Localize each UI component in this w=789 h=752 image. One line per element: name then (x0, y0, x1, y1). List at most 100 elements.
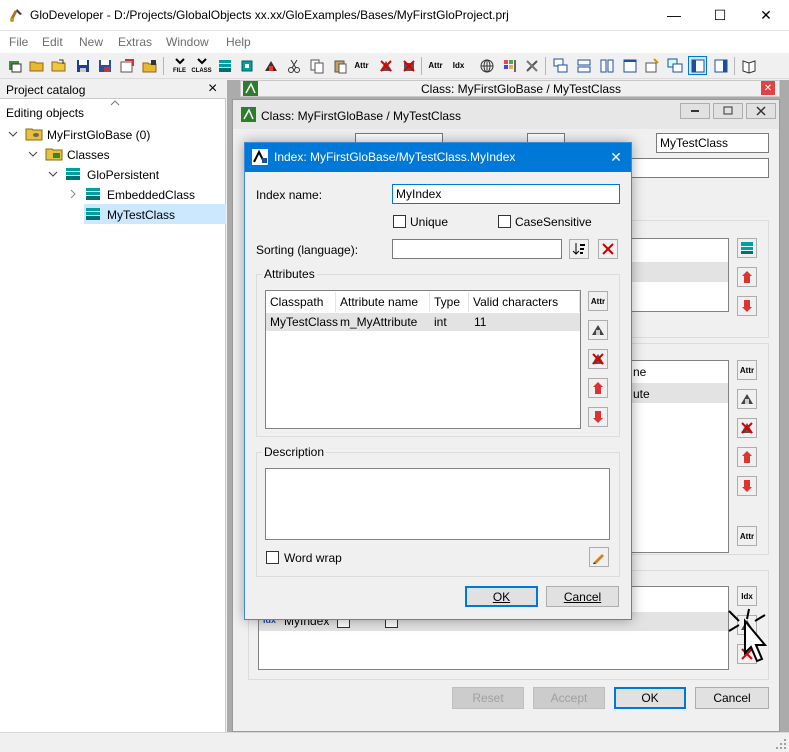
mdi-close-button[interactable]: ✕ (761, 81, 775, 95)
menu-window[interactable]: Window (166, 35, 209, 49)
class-ok-button[interactable]: OK (614, 687, 686, 709)
column-header-type[interactable]: Type (430, 292, 469, 312)
class-cancel-button[interactable]: Cancel (695, 687, 769, 709)
open-recent-icon[interactable] (49, 56, 68, 75)
layout-right-icon[interactable] (711, 56, 730, 75)
index-dialog-icon (252, 149, 268, 165)
move-attribute-up-icon[interactable] (737, 447, 757, 467)
class-window-restore-button[interactable] (713, 103, 743, 119)
attr-toolbar-icon[interactable]: Attr (426, 56, 445, 75)
new-file-icon[interactable]: FILE (170, 56, 189, 75)
new-embedded-class-icon[interactable] (237, 56, 256, 75)
help-book-icon[interactable] (739, 56, 758, 75)
new-persistent-class-icon[interactable] (215, 56, 234, 75)
globe-icon[interactable] (477, 56, 496, 75)
move-up-icon[interactable] (737, 267, 757, 287)
cascade-windows-icon[interactable] (551, 56, 570, 75)
dialog-cancel-button[interactable]: Cancel (546, 586, 619, 607)
cut-icon[interactable] (284, 56, 303, 75)
resize-grip-icon[interactable] (775, 738, 787, 750)
collapse-chevron-icon[interactable] (68, 189, 78, 199)
menu-file[interactable]: File (9, 35, 28, 49)
class-window-icon (243, 81, 258, 96)
expand-chevron-icon[interactable] (8, 129, 18, 139)
table-name-field[interactable]: MyTestClass (656, 133, 769, 153)
paste-icon[interactable] (330, 56, 349, 75)
add-index-attribute-icon[interactable]: Attr (588, 291, 608, 311)
arrange-icon[interactable] (665, 56, 684, 75)
tree-item-base[interactable]: MyFirstGloBase (0) (47, 128, 150, 142)
expand-chevron-icon[interactable] (48, 169, 58, 179)
description-textarea[interactable] (265, 468, 610, 540)
menu-help[interactable]: Help (226, 35, 251, 49)
index-toolbar-icon[interactable]: Idx (449, 56, 468, 75)
word-wrap-label: Word wrap (284, 551, 342, 565)
unique-checkbox[interactable] (393, 215, 406, 228)
color-grid-icon[interactable] (500, 56, 519, 75)
delete-class-attribute-icon[interactable] (737, 418, 757, 438)
tree-item-classes[interactable]: Classes (67, 148, 110, 162)
class-window-minimize-button[interactable] (680, 103, 710, 119)
edit-class-attribute-icon[interactable] (737, 389, 757, 409)
tree-item-embeddedclass[interactable]: EmbeddedClass (107, 188, 195, 202)
class-icon (86, 188, 100, 200)
copy-icon[interactable] (307, 56, 326, 75)
save-icon[interactable] (73, 56, 92, 75)
delete-attribute-icon[interactable] (376, 56, 395, 75)
accept-button[interactable]: Accept (533, 687, 605, 709)
dialog-ok-button[interactable]: OK (465, 586, 538, 607)
menu-edit[interactable]: Edit (42, 35, 63, 49)
edit-object-icon[interactable] (261, 56, 280, 75)
tree-item-mytestclass[interactable]: MyTestClass (107, 208, 175, 222)
sort-order-icon[interactable] (569, 239, 589, 259)
maximize-button[interactable]: ☐ (697, 0, 743, 30)
catalog-close-button[interactable]: × (208, 80, 217, 98)
index-name-label: Index name: (256, 188, 323, 202)
open-folder-icon[interactable] (27, 56, 46, 75)
delete-object-icon[interactable] (399, 56, 418, 75)
new-class-icon[interactable]: CLASS (191, 56, 212, 75)
close-window-button[interactable]: ✕ (743, 0, 789, 30)
new-window-icon[interactable] (642, 56, 661, 75)
class-comment-field[interactable] (630, 158, 769, 178)
move-down-icon[interactable] (737, 296, 757, 316)
layout-left-icon[interactable] (688, 56, 707, 75)
class-window-close-button[interactable] (746, 103, 776, 119)
save-all-icon[interactable] (95, 56, 114, 75)
attribute-properties-icon[interactable]: Attr (737, 526, 757, 546)
tile-windows-icon[interactable] (574, 56, 593, 75)
window-icon[interactable] (620, 56, 639, 75)
menu-new[interactable]: New (79, 35, 103, 49)
cell-attribute-name: m_MyAttribute (340, 315, 418, 329)
move-attribute-down-icon[interactable] (737, 476, 757, 496)
tile-vertical-icon[interactable] (597, 56, 616, 75)
clear-sorting-icon[interactable] (598, 239, 618, 259)
word-wrap-checkbox[interactable] (266, 551, 279, 564)
reset-button[interactable]: Reset (452, 687, 524, 709)
export-icon[interactable] (117, 56, 136, 75)
cell-type: int (434, 315, 447, 329)
column-header-attribute-name[interactable]: Attribute name (336, 292, 430, 312)
edit-index-attribute-icon[interactable] (588, 320, 608, 340)
index-name-input[interactable]: MyIndex (392, 184, 620, 204)
expand-chevron-icon[interactable] (28, 149, 38, 159)
move-index-attribute-down-icon[interactable] (588, 407, 608, 427)
edit-description-icon[interactable] (589, 547, 609, 567)
case-sensitive-checkbox[interactable] (498, 215, 511, 228)
add-index-icon[interactable]: Idx (737, 586, 757, 606)
tools-icon[interactable] (522, 56, 541, 75)
menu-extras[interactable]: Extras (118, 35, 152, 49)
delete-index-attribute-icon[interactable] (588, 349, 608, 369)
column-header-classpath[interactable]: Classpath (266, 292, 336, 312)
sorting-input[interactable] (392, 239, 562, 259)
move-index-attribute-up-icon[interactable] (588, 378, 608, 398)
folder-lock-icon[interactable] (140, 56, 159, 75)
tree-item-glopersistent[interactable]: GloPersistent (87, 168, 159, 182)
index-dialog-close-button[interactable]: ✕ (601, 143, 631, 172)
minimize-button[interactable]: — (651, 0, 697, 30)
add-superclass-icon[interactable] (737, 238, 757, 258)
new-attribute-icon[interactable]: Attr (352, 56, 371, 75)
column-header-valid-characters[interactable]: Valid characters (469, 292, 580, 312)
copy-project-icon[interactable] (5, 56, 24, 75)
add-class-attribute-icon[interactable]: Attr (737, 360, 757, 380)
